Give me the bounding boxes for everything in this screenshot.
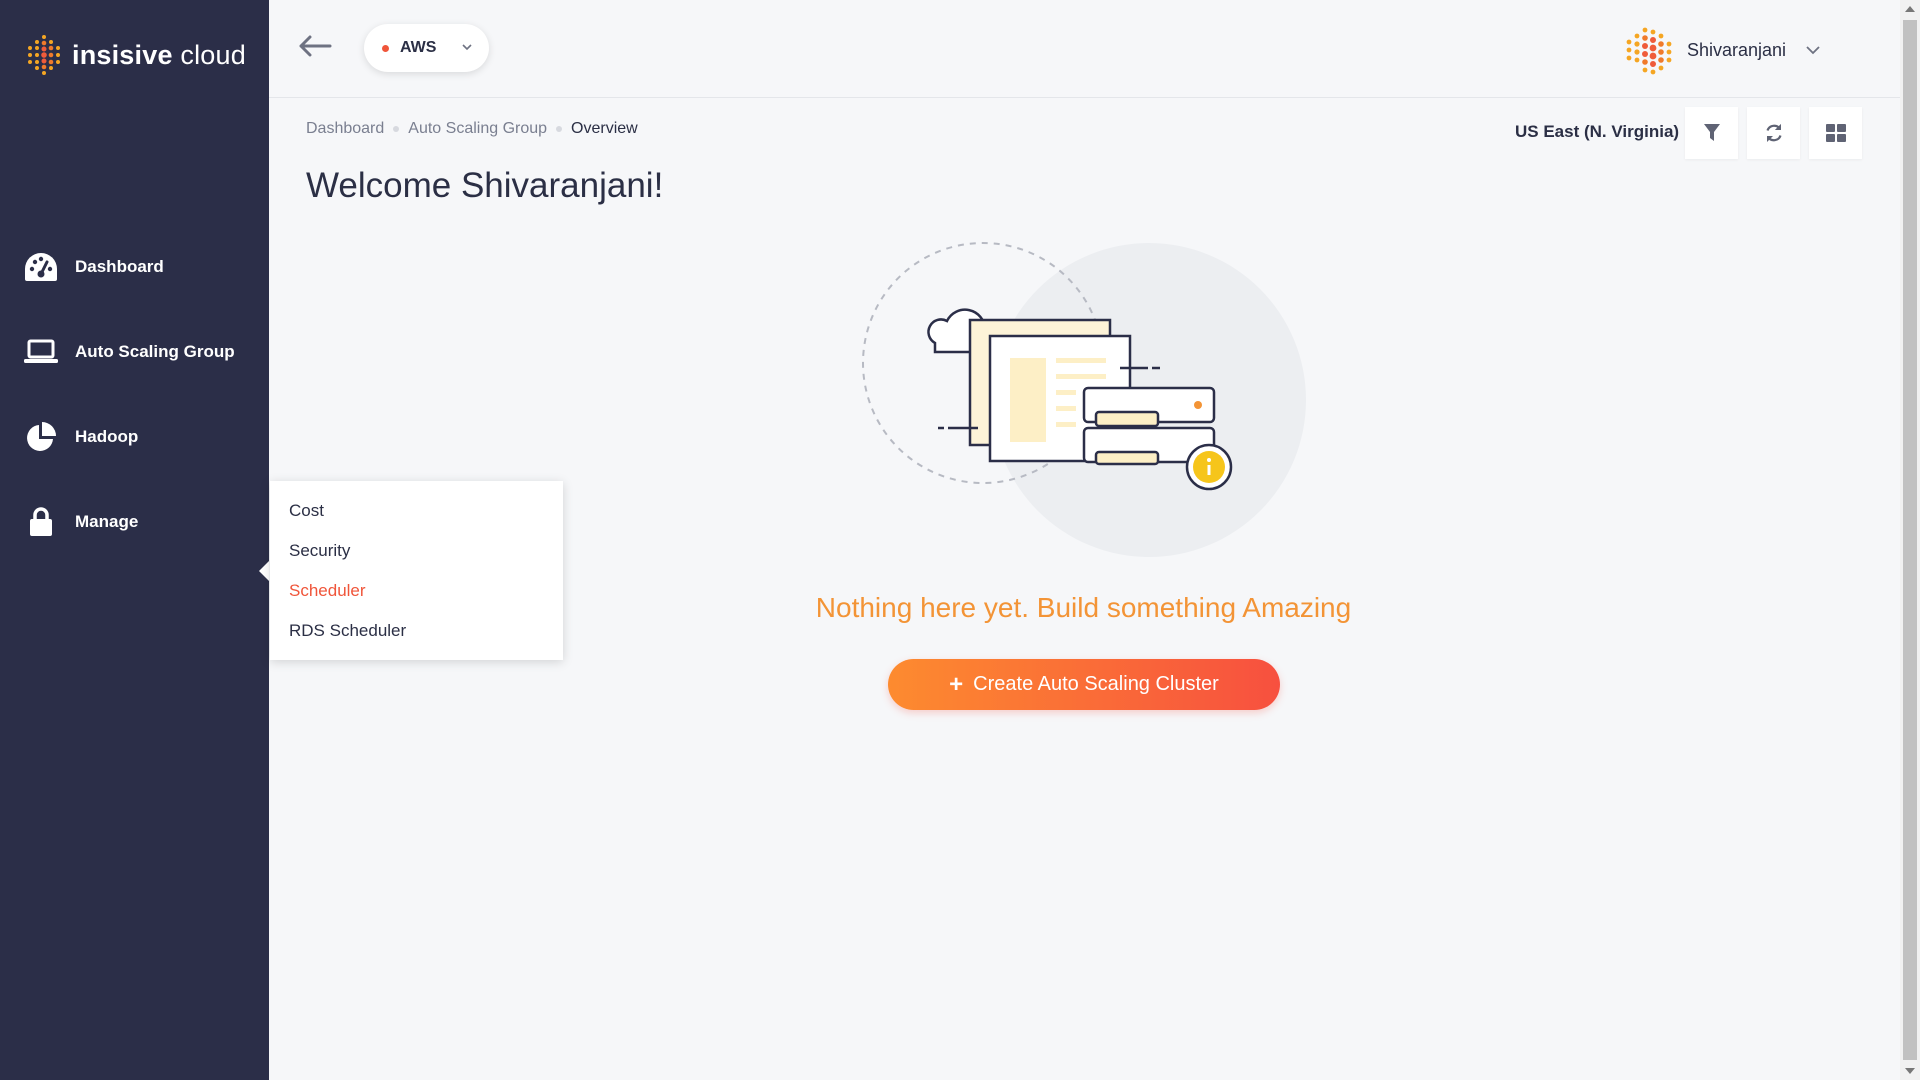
scroll-down-arrow[interactable] <box>1905 1068 1915 1074</box>
scroll-up-arrow[interactable] <box>1905 6 1915 12</box>
breadcrumb: Dashboard Auto Scaling Group Overview <box>306 120 638 138</box>
region-label[interactable]: US East (N. Virginia) <box>1515 122 1679 142</box>
filter-button[interactable] <box>1685 107 1738 159</box>
sidebar-item-hadoop[interactable]: Hadoop <box>0 409 269 465</box>
brand-mark-icon <box>28 35 60 75</box>
breadcrumb-overview: Overview <box>571 120 638 137</box>
topbar: AWS Shivaranjani <box>269 0 1900 98</box>
empty-state-message: Nothing here yet. Build something Amazin… <box>815 592 1352 623</box>
manage-submenu: Cost Security Scheduler RDS Scheduler <box>270 481 563 660</box>
chevron-down-icon <box>462 44 472 51</box>
laptop-icon <box>24 335 58 369</box>
arrow-left-icon <box>299 35 332 57</box>
breadcrumb-separator <box>556 126 563 132</box>
create-button-label: Create Auto Scaling Cluster <box>973 673 1219 695</box>
chevron-down-icon <box>1806 46 1820 55</box>
breadcrumb-auto-scaling-group[interactable]: Auto Scaling Group <box>408 120 547 138</box>
empty-state-illustration <box>862 242 1306 557</box>
user-name: Shivaranjani <box>1686 39 1786 60</box>
submenu-item-security[interactable]: Security <box>270 531 563 571</box>
filter-icon <box>1703 124 1720 141</box>
create-auto-scaling-cluster-button[interactable]: + Create Auto Scaling Cluster <box>888 659 1280 710</box>
page-title: Welcome Shivaranjani! <box>306 166 664 205</box>
sidebar-item-dashboard[interactable]: Dashboard <box>0 239 269 295</box>
cloud-provider-name: AWS <box>400 39 437 56</box>
sidebar-item-manage[interactable]: Manage <box>0 494 269 550</box>
plus-icon: + <box>949 670 964 698</box>
breadcrumb-dashboard[interactable]: Dashboard <box>306 120 384 138</box>
scrollbar-thumb[interactable] <box>1903 20 1917 1060</box>
sidebar-item-label: Hadoop <box>75 427 139 446</box>
flyout-pointer <box>259 561 269 581</box>
breadcrumb-separator <box>393 126 400 132</box>
brand-name: insisive cloud <box>72 39 246 70</box>
avatar <box>1626 27 1672 75</box>
grid-icon <box>1825 124 1846 142</box>
user-menu[interactable]: Shivaranjani <box>1623 24 1820 76</box>
sidebar-item-label: Dashboard <box>75 257 164 276</box>
brand-logo[interactable]: insisive cloud <box>26 34 246 76</box>
grid-view-button[interactable] <box>1809 107 1862 159</box>
sidebar: insisive cloud Dashboard Auto Scaling Gr… <box>0 0 269 1080</box>
sidebar-item-label: Auto Scaling Group <box>75 342 235 361</box>
sidebar-item-label: Manage <box>75 512 139 531</box>
cloud-provider-select[interactable]: AWS <box>364 24 489 72</box>
vertical-scrollbar[interactable] <box>1900 0 1920 1080</box>
refresh-button[interactable] <box>1747 107 1800 159</box>
dashboard-gauge-icon <box>24 250 58 284</box>
status-dot <box>382 44 389 52</box>
pie-chart-icon <box>24 420 58 454</box>
refresh-icon <box>1765 124 1782 142</box>
lock-icon <box>24 505 58 539</box>
back-button[interactable] <box>295 28 335 64</box>
submenu-item-cost[interactable]: Cost <box>270 491 563 531</box>
sidebar-item-auto-scaling-group[interactable]: Auto Scaling Group <box>0 324 269 380</box>
